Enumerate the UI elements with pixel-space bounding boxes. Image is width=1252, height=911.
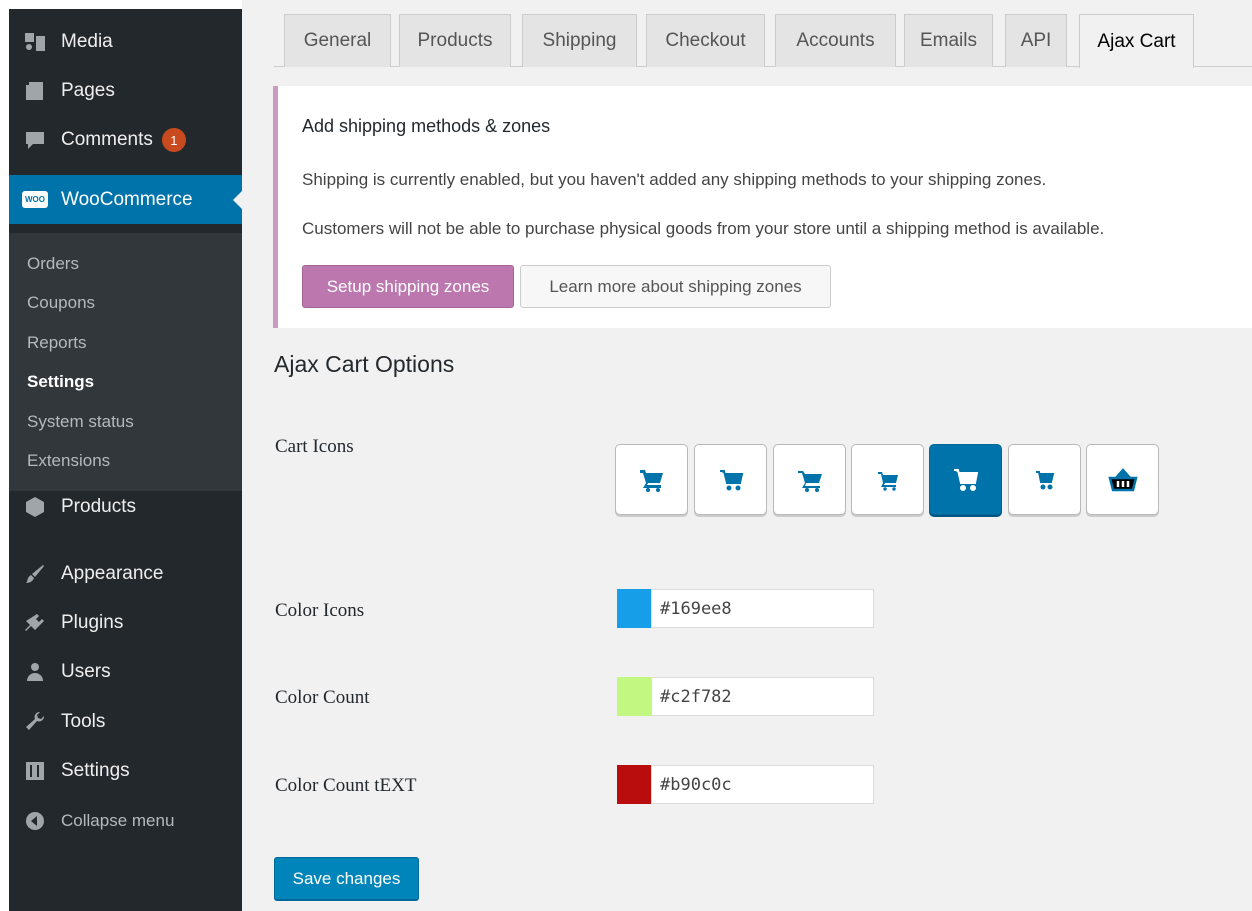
media-icon bbox=[9, 30, 61, 54]
tab-ajax-cart[interactable]: Ajax Cart bbox=[1079, 14, 1194, 68]
menu-item-plugins[interactable]: Plugins bbox=[9, 600, 242, 646]
tab-products[interactable]: Products bbox=[399, 14, 511, 67]
color-count-text-input[interactable]: #b90c0c bbox=[651, 765, 874, 804]
learn-more-shipping-zones-button[interactable]: Learn more about shipping zones bbox=[520, 265, 831, 308]
cart-icon-option-4[interactable] bbox=[851, 444, 924, 515]
notice-text-1: Shipping is currently enabled, but you h… bbox=[302, 170, 1047, 189]
menu-item-media[interactable]: Media bbox=[9, 19, 242, 65]
cart-icon-4 bbox=[877, 471, 898, 491]
color-count-label: Color Count bbox=[275, 687, 370, 708]
menu-item-users[interactable]: Users bbox=[9, 649, 242, 695]
admin-sidebar: Media Pages Comments 1 WOO WooCommerce O… bbox=[9, 9, 242, 911]
menu-label: Media bbox=[61, 31, 113, 52]
color-count-text-swatch[interactable] bbox=[617, 765, 651, 804]
menu-label: Products bbox=[61, 496, 136, 517]
cart-icon-option-7[interactable] bbox=[1086, 444, 1159, 515]
menu-item-products[interactable]: Products bbox=[9, 484, 242, 530]
menu-label: Settings bbox=[61, 760, 130, 781]
tab-shipping[interactable]: Shipping bbox=[522, 14, 637, 67]
color-icons-label: Color Icons bbox=[275, 600, 365, 621]
notice-title: Add shipping methods & zones bbox=[302, 116, 551, 136]
menu-label: Tools bbox=[61, 711, 106, 732]
tab-accounts[interactable]: Accounts bbox=[775, 14, 896, 67]
notice-text-2: Customers will not be able to purchase p… bbox=[302, 219, 1105, 238]
cart-icon-1 bbox=[639, 469, 663, 492]
cart-icon-option-5[interactable] bbox=[929, 444, 1002, 515]
plugins-icon bbox=[9, 611, 61, 635]
cart-icon-2 bbox=[719, 469, 743, 490]
submenu-item-reports[interactable]: Reports bbox=[27, 333, 87, 353]
setup-shipping-zones-button[interactable]: Setup shipping zones bbox=[302, 265, 514, 308]
submenu-item-orders[interactable]: Orders bbox=[27, 254, 79, 274]
woocommerce-submenu: Orders Coupons Reports Settings System s… bbox=[9, 233, 242, 491]
menu-item-comments[interactable]: Comments 1 bbox=[9, 117, 242, 163]
cart-icon-5 bbox=[953, 468, 978, 491]
shipping-notice: Add shipping methods & zones Shipping is… bbox=[273, 86, 1252, 328]
basket-icon bbox=[1107, 467, 1138, 491]
color-count-text-label: Color Count tEXT bbox=[275, 775, 417, 796]
users-icon bbox=[9, 660, 61, 684]
menu-label: Appearance bbox=[61, 563, 164, 584]
tab-general[interactable]: General bbox=[284, 14, 391, 67]
menu-item-tools[interactable]: Tools bbox=[9, 699, 242, 745]
cart-icon-6 bbox=[1035, 470, 1054, 489]
comments-icon bbox=[9, 128, 61, 152]
color-count-input[interactable]: #c2f782 bbox=[651, 677, 874, 716]
tab-checkout[interactable]: Checkout bbox=[646, 14, 765, 67]
submenu-item-coupons[interactable]: Coupons bbox=[27, 293, 95, 313]
cart-icon-3 bbox=[797, 470, 822, 492]
cart-icon-option-6[interactable] bbox=[1008, 444, 1081, 515]
menu-label: Pages bbox=[61, 80, 115, 101]
products-icon bbox=[9, 495, 61, 519]
collapse-icon bbox=[9, 809, 61, 833]
submenu-item-extensions[interactable]: Extensions bbox=[27, 451, 110, 471]
cart-icon-option-2[interactable] bbox=[694, 444, 767, 515]
cart-icon-option-3[interactable] bbox=[773, 444, 846, 515]
tab-emails[interactable]: Emails bbox=[904, 14, 993, 67]
color-icons-input[interactable]: #169ee8 bbox=[651, 589, 874, 628]
pages-icon bbox=[9, 79, 61, 103]
menu-label: Collapse menu bbox=[61, 811, 175, 830]
submenu-item-system-status[interactable]: System status bbox=[27, 412, 134, 432]
menu-item-settings[interactable]: Settings bbox=[9, 748, 242, 794]
menu-label: Comments bbox=[61, 129, 153, 150]
tools-icon bbox=[9, 710, 61, 734]
ajax-cart-options-title: Ajax Cart Options bbox=[274, 351, 455, 377]
menu-item-woocommerce[interactable]: WOO WooCommerce bbox=[9, 175, 242, 224]
save-changes-button[interactable]: Save changes bbox=[274, 857, 419, 900]
color-icons-swatch[interactable] bbox=[617, 589, 651, 628]
submenu-item-settings[interactable]: Settings bbox=[27, 372, 94, 392]
menu-item-appearance[interactable]: Appearance bbox=[9, 551, 242, 597]
menu-item-collapse[interactable]: Collapse menu bbox=[9, 798, 242, 844]
comments-count-badge: 1 bbox=[161, 128, 186, 152]
cart-icons-label: Cart Icons bbox=[275, 436, 354, 457]
menu-label: WooCommerce bbox=[61, 188, 193, 210]
settings-icon bbox=[9, 759, 61, 783]
cart-icon-option-1[interactable] bbox=[615, 444, 688, 515]
appearance-icon bbox=[9, 562, 61, 586]
menu-item-pages[interactable]: Pages bbox=[9, 68, 242, 114]
menu-label: Plugins bbox=[61, 612, 124, 633]
main-content: General Products Shipping Checkout Accou… bbox=[242, 0, 1252, 911]
color-count-swatch[interactable] bbox=[617, 677, 651, 716]
tab-api[interactable]: API bbox=[1005, 14, 1067, 67]
menu-label: Users bbox=[61, 661, 111, 682]
woocommerce-icon: WOO bbox=[9, 191, 61, 208]
